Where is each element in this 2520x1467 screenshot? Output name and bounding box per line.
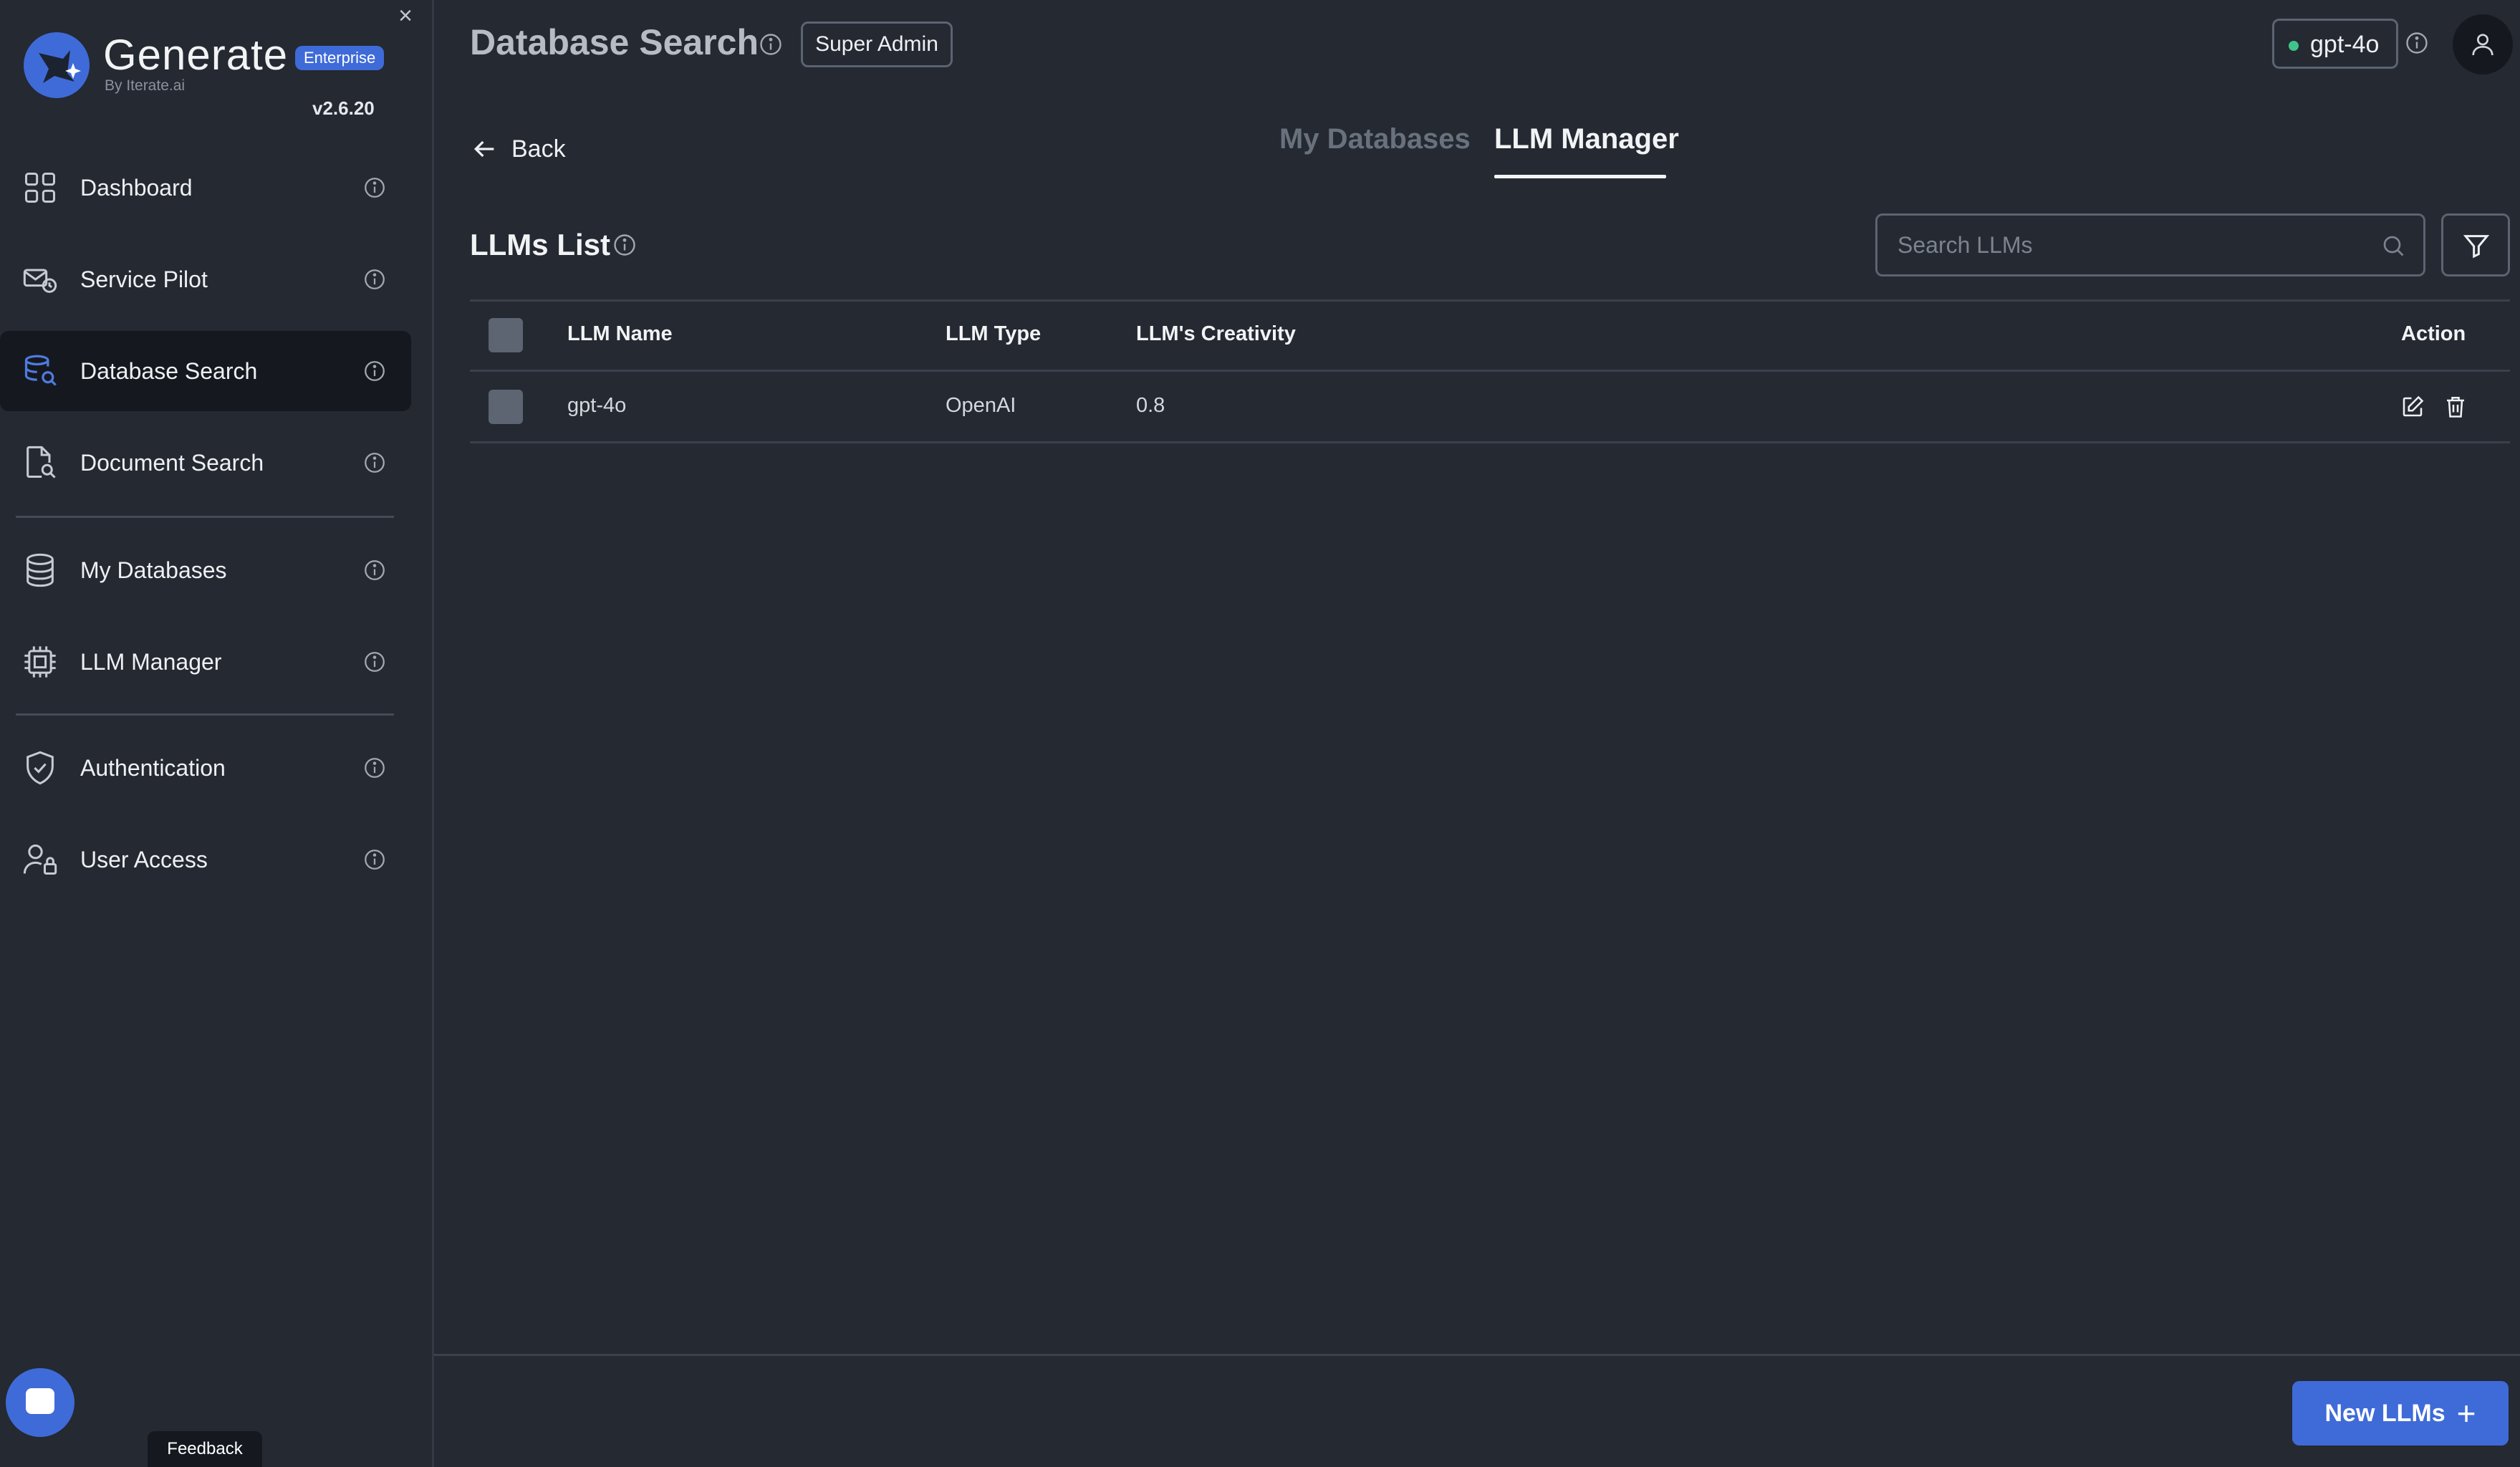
info-icon[interactable]	[362, 359, 387, 383]
footer-divider	[434, 1354, 2520, 1356]
service-pilot-icon	[21, 261, 59, 298]
brand-byline: By Iterate.ai	[105, 77, 186, 94]
sidebar-item-label: Database Search	[80, 357, 258, 384]
row-checkbox[interactable]	[489, 390, 523, 424]
table-divider	[470, 441, 2510, 443]
brand-name: Generate	[103, 31, 289, 79]
select-all-checkbox[interactable]	[489, 318, 523, 352]
sidebar-item-my-databases[interactable]: My Databases	[0, 530, 411, 610]
sidebar-item-label: Document Search	[80, 449, 264, 476]
user-icon	[2472, 34, 2493, 56]
user-lock-icon	[21, 841, 59, 878]
database-search-icon	[21, 352, 59, 390]
sidebar-item-label: Dashboard	[80, 174, 193, 201]
table-divider	[470, 299, 2510, 302]
info-icon[interactable]	[362, 650, 387, 674]
database-icon	[21, 552, 59, 589]
cell-llm-name: gpt-4o	[567, 394, 627, 417]
sidebar-divider	[16, 516, 394, 518]
sidebar-item-label: User Access	[80, 846, 208, 872]
info-icon[interactable]	[362, 558, 387, 582]
info-icon[interactable]	[362, 451, 387, 475]
chat-icon	[26, 1388, 54, 1414]
sidebar-item-llm-manager[interactable]: LLM Manager	[0, 622, 411, 702]
cell-creativity: 0.8	[1136, 394, 1165, 417]
filter-icon	[2463, 235, 2490, 259]
user-profile-button[interactable]	[2453, 14, 2513, 74]
active-tab-indicator	[1494, 175, 1666, 178]
role-badge: Super Admin	[801, 21, 953, 67]
new-llms-label: New LLMs	[2324, 1399, 2446, 1427]
tab-my-databases[interactable]: My Databases	[1279, 123, 1471, 155]
back-button[interactable]: Back	[470, 133, 566, 165]
grid-icon	[21, 169, 59, 206]
sidebar-item-label: Service Pilot	[80, 266, 208, 292]
info-icon[interactable]	[362, 847, 387, 872]
info-icon[interactable]	[2404, 30, 2430, 56]
list-title: LLMs List	[470, 228, 610, 261]
back-label: Back	[511, 135, 566, 163]
app-version: v2.6.20	[312, 97, 375, 119]
sidebar: × Generate Enterprise By Iterate.ai v2.6…	[0, 0, 434, 1467]
sidebar-item-dashboard[interactable]: Dashboard	[0, 148, 411, 228]
chat-support-button[interactable]	[6, 1368, 74, 1437]
search-input[interactable]	[1877, 216, 2423, 274]
info-icon[interactable]	[362, 267, 387, 292]
shield-check-icon	[21, 749, 59, 787]
column-header-llm-name[interactable]: LLM Name	[567, 322, 673, 346]
edit-icon[interactable]	[2400, 394, 2425, 420]
model-name: gpt-4o	[2310, 31, 2380, 58]
sidebar-item-authentication[interactable]: Authentication	[0, 728, 411, 808]
sidebar-item-document-search[interactable]: Document Search	[0, 423, 411, 503]
new-llms-button[interactable]: New LLMs +	[2292, 1381, 2509, 1446]
model-selector[interactable]: gpt-4o	[2272, 19, 2398, 69]
filter-button[interactable]	[2441, 213, 2510, 276]
sidebar-item-label: Authentication	[80, 754, 226, 781]
feedback-tab[interactable]: Feedback	[148, 1431, 262, 1467]
sidebar-item-label: My Databases	[80, 557, 227, 583]
tab-llm-manager[interactable]: LLM Manager	[1494, 123, 1679, 155]
info-icon[interactable]	[758, 32, 784, 57]
info-icon[interactable]	[362, 175, 387, 200]
column-header-action: Action	[2401, 322, 2466, 345]
search-icon[interactable]	[2380, 233, 2406, 259]
edition-badge: Enterprise	[295, 46, 385, 70]
column-header-creativity[interactable]: LLM's Creativity	[1136, 322, 1296, 346]
status-dot	[2289, 41, 2299, 51]
generate-logo-icon	[23, 32, 90, 99]
trash-icon[interactable]	[2443, 394, 2468, 420]
column-header-llm-type[interactable]: LLM Type	[946, 322, 1041, 346]
page-title: Database Search	[470, 22, 759, 62]
info-icon[interactable]	[612, 232, 638, 258]
search-box	[1875, 213, 2425, 276]
cell-llm-type: OpenAI	[946, 394, 1016, 417]
sidebar-item-service-pilot[interactable]: Service Pilot	[0, 239, 411, 319]
plus-icon: +	[2456, 1395, 2476, 1432]
sidebar-item-database-search[interactable]: Database Search	[0, 331, 411, 411]
arrow-left-icon	[470, 135, 499, 163]
table-divider	[470, 370, 2510, 372]
close-sidebar-icon[interactable]: ×	[395, 3, 415, 29]
sidebar-item-label: LLM Manager	[80, 648, 222, 675]
info-icon[interactable]	[362, 756, 387, 780]
sidebar-divider	[16, 713, 394, 716]
document-search-icon	[21, 444, 59, 481]
chip-icon	[21, 643, 59, 680]
sidebar-item-user-access[interactable]: User Access	[0, 819, 411, 900]
